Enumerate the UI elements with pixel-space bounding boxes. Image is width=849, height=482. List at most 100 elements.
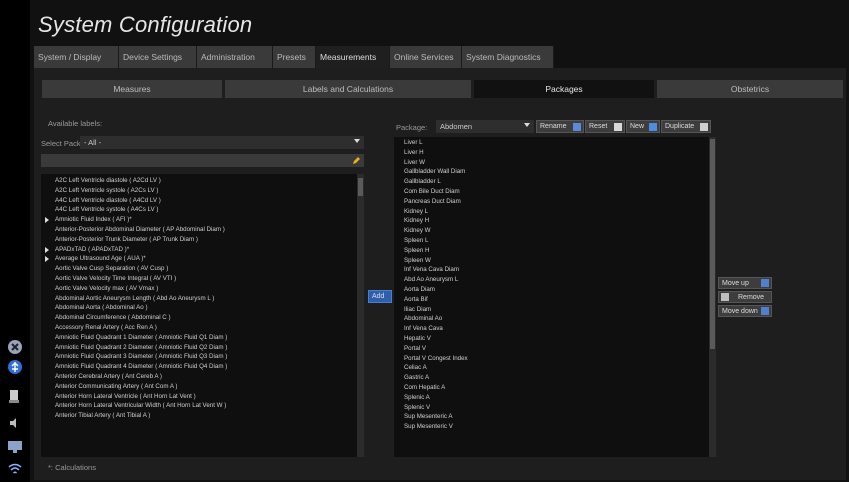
usb-icon[interactable] <box>6 358 24 376</box>
available-list-item[interactable]: Anterior Communicating Artery ( Ant Com … <box>41 382 364 392</box>
package-list-item[interactable]: Com Bile Duct Diam <box>394 187 716 197</box>
package-list-item[interactable]: Gallbladder L <box>394 177 716 187</box>
available-list-item[interactable]: Aortic Valve Velocity max ( AV Vmax ) <box>41 284 364 294</box>
content-panel: Measures Labels and Calculations Package… <box>34 68 846 480</box>
available-list-item[interactable]: A4C Left Ventricle systole ( A4Cs LV ) <box>41 205 364 215</box>
available-list-item[interactable]: A2C Left Ventricle systole ( A2Cs LV ) <box>41 186 364 196</box>
available-list-item[interactable]: Amniotic Fluid Index ( AFI )* <box>41 215 364 225</box>
package-list-item[interactable]: Sup Mesenteric V <box>394 422 716 432</box>
package-list-item[interactable]: Hepatic V <box>394 334 716 344</box>
available-list-item[interactable]: Aortic Valve Cusp Separation ( AV Cusp ) <box>41 264 364 274</box>
monitor-icon[interactable] <box>6 438 24 456</box>
package-list-item[interactable]: Aorta Bif <box>394 295 716 305</box>
add-button[interactable]: Add <box>368 290 392 303</box>
available-list-item[interactable]: Anterior Tibial Artery ( Ant Tibial A ) <box>41 411 364 421</box>
main-tabs: System / Display Device Settings Adminis… <box>34 46 554 68</box>
available-list-item[interactable]: Anterior-Posterior Abdominal Diameter ( … <box>41 225 364 235</box>
package-list-item[interactable]: Liver W <box>394 158 716 168</box>
select-package-dropdown[interactable]: - All - <box>80 136 364 149</box>
rename-button[interactable]: Rename <box>536 120 584 133</box>
rename-icon <box>573 123 581 131</box>
tab-measurements[interactable]: Measurements <box>316 46 390 68</box>
tab-device-settings[interactable]: Device Settings <box>119 46 197 68</box>
package-list-item[interactable]: Inf Vena Cava <box>394 324 716 334</box>
package-list-item[interactable]: Kidney H <box>394 216 716 226</box>
search-input[interactable] <box>41 154 364 167</box>
package-dropdown[interactable]: Abdomen <box>436 120 534 133</box>
available-list-item[interactable]: Amniotic Fluid Quadrant 4 Diameter ( Amn… <box>41 362 364 372</box>
package-list-item[interactable]: Aorta Diam <box>394 285 716 295</box>
left-sidebar <box>0 0 30 482</box>
subtab-packages[interactable]: Packages <box>474 80 654 98</box>
main-area: System Configuration System / Display De… <box>30 0 849 482</box>
package-list-item[interactable]: Celiac A <box>394 363 716 373</box>
close-icon[interactable] <box>6 338 24 356</box>
reset-button[interactable]: Reset <box>585 120 625 133</box>
package-list-item[interactable]: Portal V Congest Index <box>394 354 716 364</box>
package-list-item[interactable]: Gallbladder Wall Diam <box>394 167 716 177</box>
speaker-icon[interactable] <box>6 414 24 432</box>
package-list-item[interactable]: Kidney W <box>394 226 716 236</box>
package-labels-list[interactable]: Liver L Liver H Liver W Gallbladder Wall Di… <box>394 137 716 457</box>
package-list-item[interactable]: Liver L <box>394 138 716 148</box>
wifi-icon[interactable] <box>6 460 24 478</box>
package-list-item[interactable]: Gastric A <box>394 373 716 383</box>
package-list-item[interactable]: Abdominal Ao <box>394 314 716 324</box>
tab-administration[interactable]: Administration <box>197 46 273 68</box>
package-list-item[interactable]: Spleen H <box>394 246 716 256</box>
available-list-item[interactable]: Aortic Valve Velocity Time Integral ( AV… <box>41 274 364 284</box>
trash-icon <box>721 293 729 301</box>
package-list-item[interactable]: Spleen W <box>394 256 716 266</box>
available-list-item[interactable]: Anterior Horn Lateral Ventricle ( Ant Ho… <box>41 392 364 402</box>
available-list-item[interactable]: APADxTAD ( APADxTAD )* <box>41 245 364 255</box>
available-labels-list[interactable]: A2C Left Ventricle diastole ( A2Cd LV ) A… <box>41 174 364 457</box>
pencil-icon <box>353 157 360 164</box>
package-list-item[interactable]: Sup Mesenteric A <box>394 412 716 422</box>
available-list-item[interactable]: Abdominal Aorta ( Abdominal Ao ) <box>41 303 364 313</box>
available-list-item[interactable]: Anterior Horn Lateral Ventricular Width … <box>41 401 364 411</box>
tab-presets[interactable]: Presets <box>273 46 316 68</box>
remove-button[interactable]: Remove <box>718 291 772 303</box>
arrow-up-icon <box>761 279 769 287</box>
subtab-obstetrics[interactable]: Obstetrics <box>657 80 843 98</box>
new-button[interactable]: New <box>626 120 660 133</box>
available-list-item[interactable]: Average Ultrasound Age ( AUA )* <box>41 254 364 264</box>
duplicate-button[interactable]: Duplicate <box>661 120 711 133</box>
package-list-item[interactable]: Com Hepatic A <box>394 383 716 393</box>
available-list-item[interactable]: Amniotic Fluid Quadrant 3 Diameter ( Amn… <box>41 352 364 362</box>
package-list-item[interactable]: Kidney L <box>394 207 716 217</box>
available-labels-title: Available labels: <box>48 119 103 128</box>
tab-online-services[interactable]: Online Services <box>390 46 462 68</box>
subtab-measures[interactable]: Measures <box>42 80 222 98</box>
package-list-item[interactable]: Pancreas Duct Diam <box>394 197 716 207</box>
available-list-item[interactable]: Anterior Cerebral Artery ( Ant Cereb A ) <box>41 372 364 382</box>
package-list-item[interactable]: Inf Vena Cava Diam <box>394 265 716 275</box>
package-scrollbar[interactable] <box>709 137 716 457</box>
move-up-button[interactable]: Move up <box>718 277 772 289</box>
package-list-item[interactable]: Iliac Diam <box>394 305 716 315</box>
printer-icon[interactable] <box>6 388 24 406</box>
package-list-item[interactable]: Splenic V <box>394 403 716 413</box>
package-list-item[interactable]: Spleen L <box>394 236 716 246</box>
available-list-item[interactable]: Amniotic Fluid Quadrant 1 Diameter ( Amn… <box>41 333 364 343</box>
available-scrollbar[interactable] <box>357 174 364 457</box>
page-title: System Configuration <box>38 12 253 37</box>
package-list-item[interactable]: Splenic A <box>394 393 716 403</box>
package-label: Package: <box>396 123 428 132</box>
available-list-item[interactable]: Amniotic Fluid Quadrant 2 Diameter ( Amn… <box>41 343 364 353</box>
package-list-item[interactable]: Liver H <box>394 148 716 158</box>
package-list-item[interactable]: Abd Ao Aneurysm L <box>394 275 716 285</box>
available-list-item[interactable]: A4C Left Ventricle diastole ( A4Cd LV ) <box>41 196 364 206</box>
move-down-button[interactable]: Move down <box>718 305 772 317</box>
package-value: Abdomen <box>440 122 473 131</box>
available-list-item[interactable]: Accessory Renal Artery ( Acc Ren A ) <box>41 323 364 333</box>
tab-system-diagnostics[interactable]: System Diagnostics <box>462 46 554 68</box>
available-list-item[interactable]: Anterior-Posterior Trunk Diameter ( AP T… <box>41 235 364 245</box>
available-list-item[interactable]: Abdominal Aortic Aneurysm Length ( Abd A… <box>41 294 364 304</box>
tab-system-display[interactable]: System / Display <box>34 46 119 68</box>
available-list-item[interactable]: Abdominal Circumference ( Abdominal C ) <box>41 313 364 323</box>
available-list-item[interactable]: A2C Left Ventricle diastole ( A2Cd LV ) <box>41 176 364 186</box>
subtab-labels-calculations[interactable]: Labels and Calculations <box>225 80 471 98</box>
reset-icon <box>614 123 622 131</box>
package-list-item[interactable]: Portal V <box>394 344 716 354</box>
